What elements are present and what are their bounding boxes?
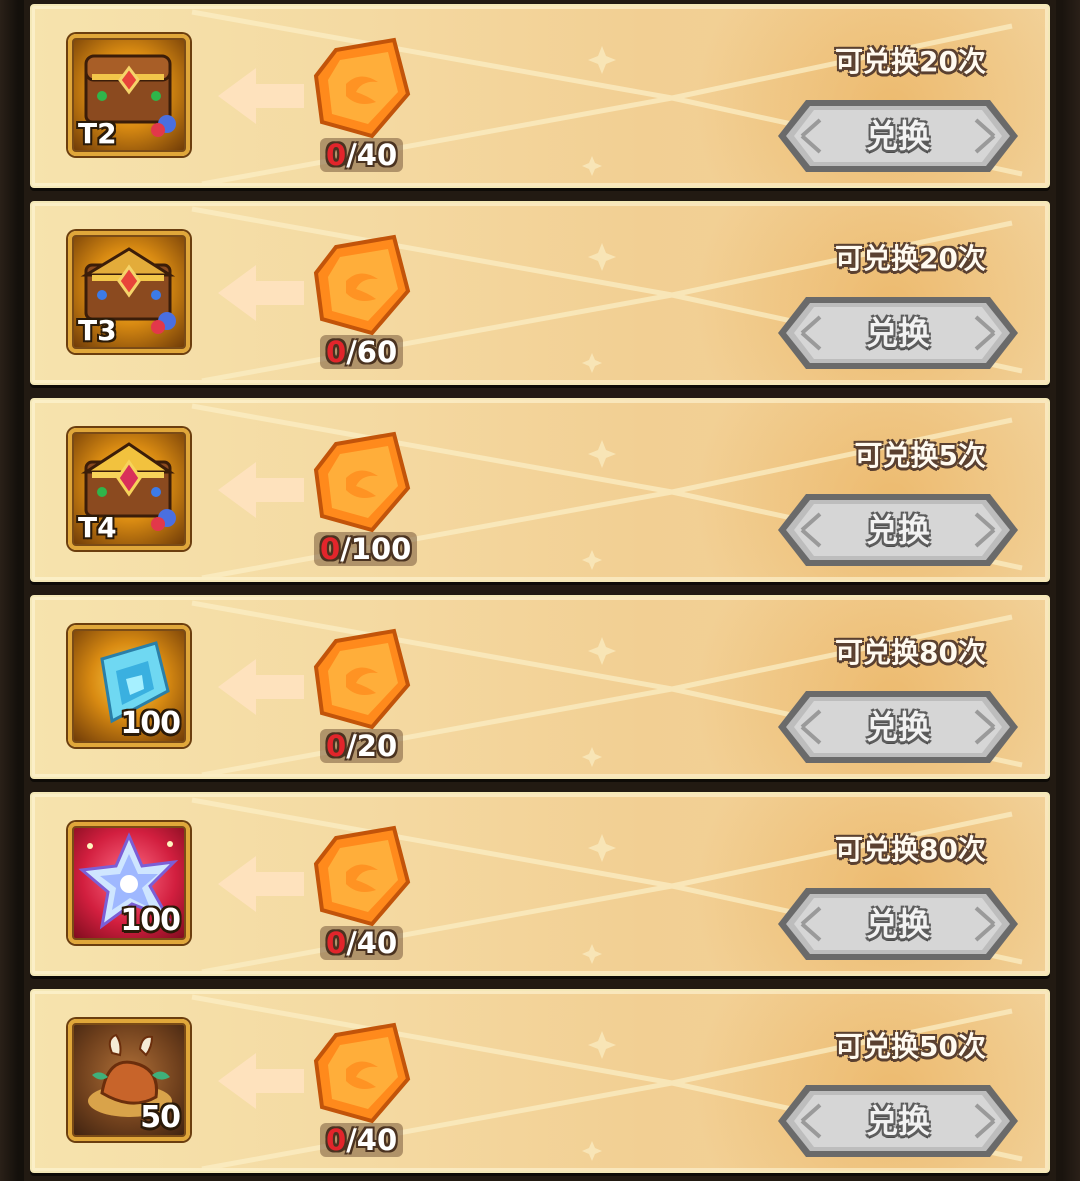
cost-counter: 0/40 xyxy=(320,138,404,172)
exchange-row: 100 0/20 可兑换80次 兑换 xyxy=(30,595,1050,779)
exchange-limit-text: 可兑换20次 xyxy=(835,242,986,275)
required-count: /20 xyxy=(346,729,398,763)
exchange-button-label: 兑换 xyxy=(865,314,930,352)
exchange-button[interactable]: 兑换 xyxy=(776,98,1020,174)
orange-gem-icon xyxy=(313,825,411,927)
cost-counter: 0/40 xyxy=(320,1123,404,1157)
exchange-limit-text: 可兑换80次 xyxy=(835,636,986,669)
arrow-left-icon xyxy=(218,659,304,715)
cost-counter: 0/60 xyxy=(320,335,404,369)
required-count: /40 xyxy=(346,138,398,172)
exchange-button[interactable]: 兑换 xyxy=(776,492,1020,568)
exchange-button-label: 兑换 xyxy=(865,708,930,746)
item-quantity: 100 xyxy=(120,706,181,741)
exchange-button[interactable]: 兑换 xyxy=(776,295,1020,371)
required-count: /40 xyxy=(346,926,398,960)
orange-gem-icon xyxy=(313,37,411,139)
cost-counter: 0/20 xyxy=(320,729,404,763)
owned-count: 0 xyxy=(326,1123,347,1157)
exchange-limit-text: 可兑换5次 xyxy=(854,439,986,472)
owned-count: 0 xyxy=(326,335,347,369)
exchange-limit-text: 可兑换20次 xyxy=(835,45,986,78)
owned-count: 0 xyxy=(326,729,347,763)
item-icon-frame[interactable]: 100 xyxy=(68,625,190,747)
exchange-button[interactable]: 兑换 xyxy=(776,886,1020,962)
arrow-left-icon xyxy=(218,68,304,124)
item-icon-frame[interactable]: T2 xyxy=(68,34,190,156)
item-icon-frame[interactable]: T3 xyxy=(68,231,190,353)
required-count: /60 xyxy=(346,335,398,369)
exchange-limit-text: 可兑换50次 xyxy=(835,1030,986,1063)
item-quantity: 100 xyxy=(120,903,181,938)
exchange-button-label: 兑换 xyxy=(865,905,930,943)
item-tier-badge: T3 xyxy=(78,314,117,347)
exchange-row: T4 0/100 可兑换5次 兑换 xyxy=(30,398,1050,582)
owned-count: 0 xyxy=(326,138,347,172)
exchange-button-label: 兑换 xyxy=(865,1102,930,1140)
exchange-row: T2 0/40 可兑换20次 兑换 xyxy=(30,4,1050,188)
arrow-left-icon xyxy=(218,462,304,518)
owned-count: 0 xyxy=(326,926,347,960)
orange-gem-icon xyxy=(313,431,411,533)
owned-count: 0 xyxy=(320,532,341,566)
orange-gem-icon xyxy=(313,628,411,730)
exchange-row: 50 0/40 可兑换50次 兑换 xyxy=(30,989,1050,1173)
exchange-limit-text: 可兑换80次 xyxy=(835,833,986,866)
orange-gem-icon xyxy=(313,234,411,336)
arrow-left-icon xyxy=(218,856,304,912)
arrow-left-icon xyxy=(218,1053,304,1109)
item-quantity: 50 xyxy=(140,1100,181,1135)
required-count: /40 xyxy=(346,1123,398,1157)
exchange-button[interactable]: 兑换 xyxy=(776,1083,1020,1159)
item-tier-badge: T2 xyxy=(78,117,117,150)
item-tier-badge: T4 xyxy=(78,511,117,544)
orange-gem-icon xyxy=(313,1022,411,1124)
cost-counter: 0/40 xyxy=(320,926,404,960)
item-icon-frame[interactable]: 50 xyxy=(68,1019,190,1141)
exchange-button-label: 兑换 xyxy=(865,511,930,549)
exchange-row: 100 0/40 可兑换80次 兑换 xyxy=(30,792,1050,976)
exchange-button[interactable]: 兑换 xyxy=(776,689,1020,765)
exchange-button-label: 兑换 xyxy=(865,117,930,155)
item-icon-frame[interactable]: T4 xyxy=(68,428,190,550)
exchange-row: T3 0/60 可兑换20次 兑换 xyxy=(30,201,1050,385)
cost-counter: 0/100 xyxy=(314,532,418,566)
item-icon-frame[interactable]: 100 xyxy=(68,822,190,944)
required-count: /100 xyxy=(340,532,412,566)
arrow-left-icon xyxy=(218,265,304,321)
